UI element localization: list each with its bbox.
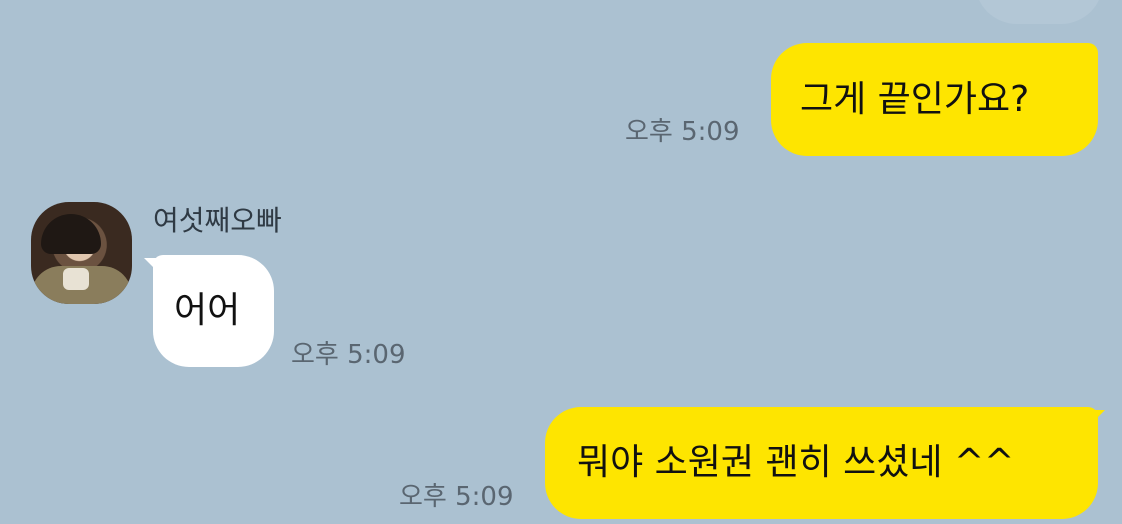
chat-area: 오후 5:09 그게 끝인가요? 여섯째오빠 어어 오후 5:09 오후 5:0…: [0, 0, 1122, 524]
message-timestamp: 오후 5:09: [399, 482, 514, 512]
message-text: 뭐야 소원권 괜히 쓰셨네 ^^: [577, 442, 1015, 483]
avatar-hair: [41, 214, 101, 254]
message-text: 어어: [174, 290, 241, 331]
message-timestamp: 오후 5:09: [291, 340, 406, 370]
incoming-message-bubble[interactable]: 어어: [153, 255, 274, 367]
outgoing-message-bubble[interactable]: 뭐야 소원권 괜히 쓰셨네 ^^: [545, 407, 1098, 519]
sender-avatar[interactable]: [31, 202, 132, 304]
message-text: 그게 끝인가요?: [800, 78, 1030, 120]
avatar-collar: [63, 268, 89, 290]
sender-name[interactable]: 여섯째오빠: [153, 207, 282, 235]
message-timestamp: 오후 5:09: [625, 117, 740, 147]
outgoing-message-bubble[interactable]: 그게 끝인가요?: [771, 43, 1098, 156]
previous-message-bubble: [975, 0, 1103, 24]
